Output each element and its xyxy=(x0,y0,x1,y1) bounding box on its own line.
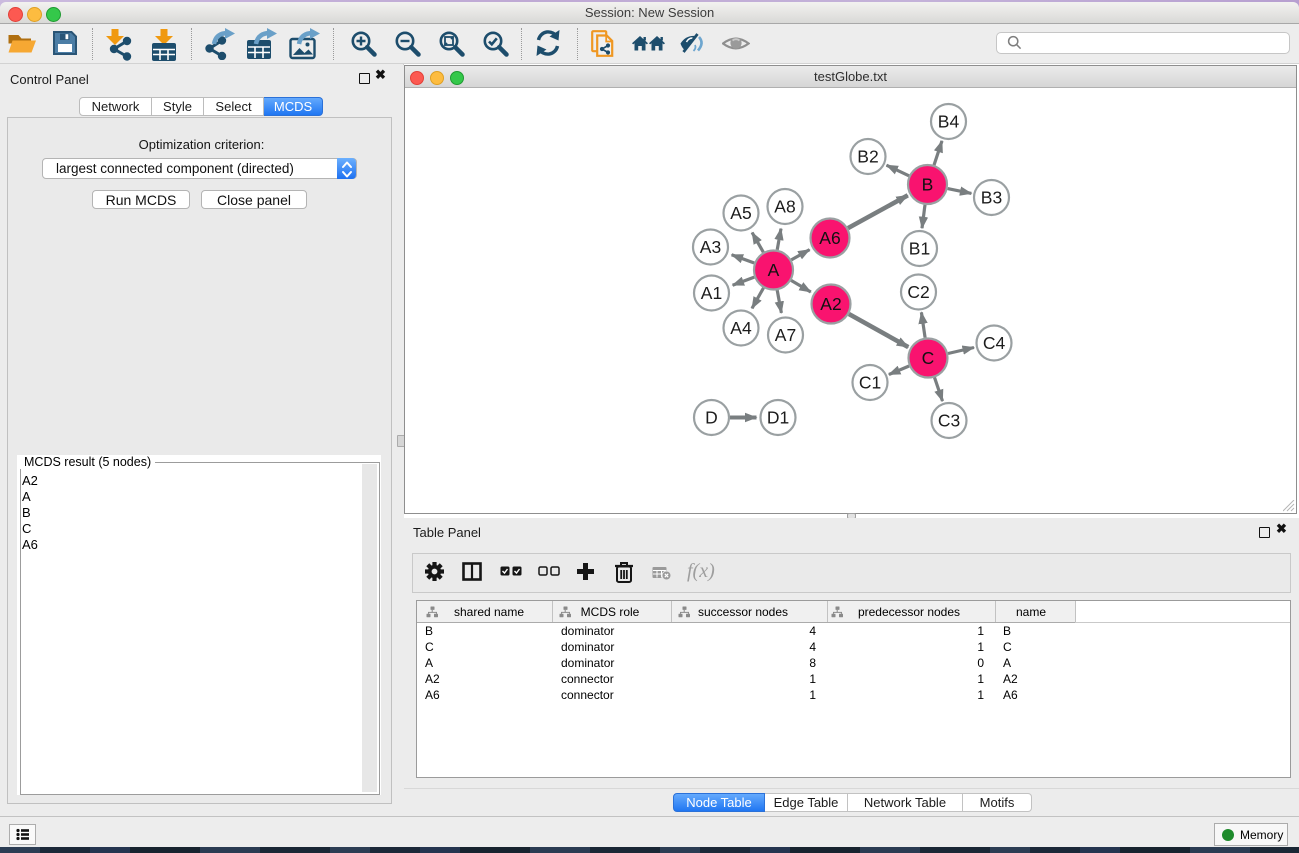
svg-text:D: D xyxy=(705,408,718,428)
svg-text:A4: A4 xyxy=(730,318,752,338)
svg-text:A2: A2 xyxy=(820,294,841,314)
svg-text:C1: C1 xyxy=(859,373,881,393)
svg-text:B: B xyxy=(922,175,934,195)
svg-text:B3: B3 xyxy=(981,188,1002,208)
svg-text:A3: A3 xyxy=(700,237,721,257)
svg-text:C4: C4 xyxy=(983,333,1006,353)
svg-text:A5: A5 xyxy=(730,203,751,223)
svg-text:A6: A6 xyxy=(819,228,840,248)
svg-text:C2: C2 xyxy=(907,282,929,302)
svg-text:B4: B4 xyxy=(938,112,960,132)
svg-text:D1: D1 xyxy=(767,408,789,428)
svg-text:A1: A1 xyxy=(701,283,722,303)
svg-text:A: A xyxy=(768,260,780,280)
svg-text:B1: B1 xyxy=(909,239,930,259)
svg-text:A7: A7 xyxy=(775,325,796,345)
svg-text:B2: B2 xyxy=(857,147,878,167)
svg-text:C3: C3 xyxy=(938,411,960,431)
svg-text:A8: A8 xyxy=(774,197,795,217)
svg-text:C: C xyxy=(922,348,935,368)
